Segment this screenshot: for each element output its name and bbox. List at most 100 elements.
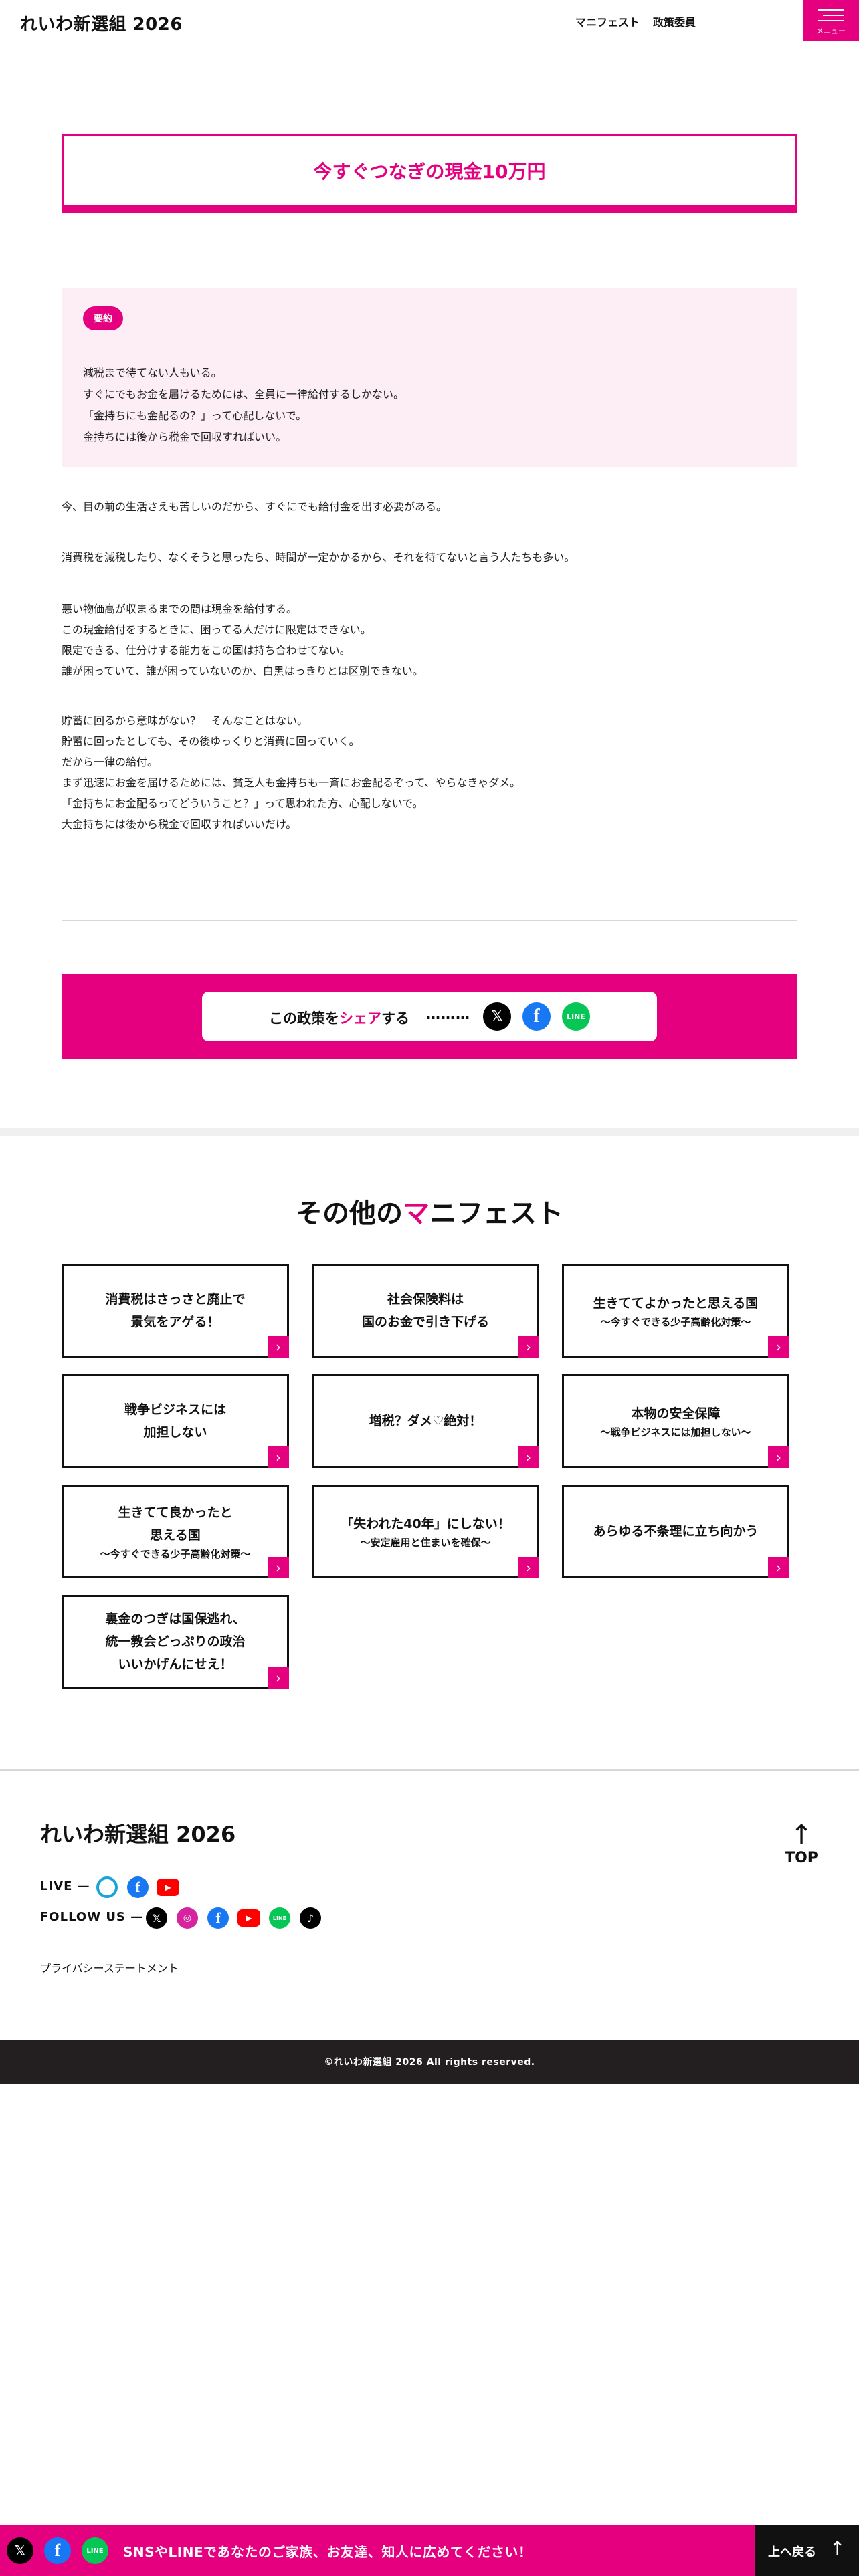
manifest-card[interactable]: あらゆる不条理に立ち向かう › bbox=[562, 1485, 789, 1578]
hamburger-icon-bar bbox=[818, 20, 844, 21]
other-manifests-heading: その他のマニフェスト bbox=[0, 1192, 859, 1230]
share-band: この政策をシェアする ……… 𝕏 f LINE bbox=[62, 974, 797, 1059]
summary-line: 減税まで待てない人もいる。 bbox=[83, 366, 222, 379]
manifest-card[interactable]: 本物の安全保障 〜戦争ビジネスには加担しない〜 › bbox=[562, 1374, 789, 1468]
to-top-button[interactable]: ↑ TOP bbox=[781, 1820, 822, 1866]
facebook-icon[interactable]: f bbox=[522, 1002, 551, 1031]
card-title: 生きてて良かったと 思える国 bbox=[118, 1505, 233, 1543]
line-icon[interactable]: LINE bbox=[82, 2537, 108, 2564]
card-title: 「失われた40年」にしない！ bbox=[341, 1517, 510, 1531]
hamburger-icon bbox=[818, 9, 844, 11]
line-icon[interactable]: LINE bbox=[269, 1907, 290, 1929]
manifest-card[interactable]: 生きてて良かったと 思える国 〜今すぐできる少子高齢化対策〜 › bbox=[62, 1485, 289, 1578]
nav-manifest[interactable]: マニフェスト bbox=[575, 13, 640, 29]
card-subtitle: 〜戦争ビジネスには加担しない〜 bbox=[600, 1426, 751, 1438]
footer-site-title[interactable]: れいわ新選組 2026 bbox=[40, 1818, 235, 1848]
facebook-icon[interactable]: f bbox=[44, 2537, 71, 2564]
card-title: 増税？ダメ♡絶対！ bbox=[369, 1414, 482, 1428]
body-line: 限定できる、仕分けする能力をこの国は持ち合わせてない。 bbox=[62, 644, 351, 657]
privacy-link[interactable]: プライバシーステートメント bbox=[40, 1959, 179, 1975]
x-icon[interactable]: 𝕏 bbox=[146, 1907, 167, 1929]
footer-divider bbox=[0, 1769, 859, 1771]
back-to-top-label: 上へ戻る bbox=[768, 2545, 816, 2559]
body-line: だから一律の給付。 bbox=[62, 756, 159, 768]
body-paragraph: 消費税を減税したり、なくそうと思ったら、時間が一定かかるから、それを待てないと言… bbox=[62, 547, 797, 568]
manifest-card[interactable]: 戦争ビジネスには 加担しない › bbox=[62, 1374, 289, 1468]
share-label: この政策をシェアする bbox=[269, 1008, 409, 1028]
site-header: れいわ新選組 2026 マニフェスト 政策委員 メニュー bbox=[0, 0, 859, 41]
card-title: あらゆる不条理に立ち向かう bbox=[593, 1524, 759, 1539]
instagram-icon[interactable]: ◎ bbox=[177, 1907, 198, 1929]
body-line: 「金持ちにお金配るってどういうこと？」って思われた方、心配しないで。 bbox=[62, 797, 423, 810]
share-bottom-bar: 𝕏 f LINE SNSやLINEであなたのご家族、お友達、知人に広めてください… bbox=[0, 2525, 859, 2576]
card-title: 裏金のつぎは国保逃れ、 統一教会どっぷりの政治 いいかげんにせえ！ bbox=[105, 1612, 246, 1672]
summary-line: 金持ちには後から税金で回収すればいい。 bbox=[83, 431, 287, 443]
arrow-up-icon: ↑ bbox=[790, 1820, 813, 1850]
card-title: 生きててよかったと思える国 bbox=[593, 1296, 759, 1311]
chevron-right-icon: › bbox=[268, 1667, 289, 1689]
tiktok-icon[interactable]: ♪ bbox=[300, 1907, 321, 1929]
share-label-text: この政策を bbox=[269, 1010, 339, 1027]
page-title: 今すぐつなぎの現金10万円 bbox=[313, 160, 546, 183]
youtube-icon[interactable]: ▶ bbox=[157, 1879, 179, 1896]
summary-badge: 要約 bbox=[83, 306, 123, 330]
body-line: 今、目の前の生活さえも苦しいのだから、すぐにでも給付金を出す必要がある。 bbox=[62, 500, 448, 513]
card-title: 社会保険料は 国のお金で引き下げる bbox=[361, 1292, 489, 1329]
nav-policy-committee[interactable]: 政策委員 bbox=[653, 13, 696, 29]
arrow-up-icon: ↑ bbox=[830, 2537, 846, 2559]
manifest-card[interactable]: 社会保険料は 国のお金で引き下げる › bbox=[312, 1264, 539, 1358]
chevron-right-icon: › bbox=[268, 1446, 289, 1468]
site-title[interactable]: れいわ新選組 2026 bbox=[20, 11, 183, 35]
chevron-right-icon: › bbox=[268, 1336, 289, 1358]
summary-line: 「金持ちにも金配るの？」って心配しないで。 bbox=[83, 409, 307, 422]
heading-text: その他の bbox=[296, 1198, 403, 1229]
facebook-icon[interactable]: f bbox=[127, 1876, 149, 1898]
divider bbox=[62, 920, 797, 921]
x-icon[interactable]: 𝕏 bbox=[7, 2537, 33, 2564]
manifest-card[interactable]: 消費税はさっさと廃止で 景気をアゲる！ › bbox=[62, 1264, 289, 1358]
card-subtitle: 〜今すぐできる少子高齢化対策〜 bbox=[600, 1316, 751, 1328]
live-label: LIVE — bbox=[40, 1879, 90, 1893]
line-icon[interactable]: LINE bbox=[562, 1002, 590, 1031]
x-icon[interactable]: 𝕏 bbox=[483, 1002, 511, 1031]
article-title-box: 今すぐつなぎの現金10万円 bbox=[62, 134, 797, 213]
heading-highlight: マ bbox=[403, 1198, 430, 1229]
body-line: 貯蓄に回ったとしても、その後ゆっくりと消費に回っていく。 bbox=[62, 735, 360, 748]
chevron-right-icon: › bbox=[518, 1336, 539, 1358]
body-line: 消費税を減税したり、なくそうと思ったら、時間が一定かかるから、それを待てないと言… bbox=[62, 551, 575, 564]
copyright-text: ©れいわ新選組 2026 All rights reserved. bbox=[324, 2057, 535, 2068]
share-prompt: SNSやLINEであなたのご家族、お友達、知人に広めてください！ bbox=[123, 2544, 533, 2560]
chevron-right-icon: › bbox=[768, 1446, 789, 1468]
card-subtitle: 〜安定雇用と住まいを確保〜 bbox=[360, 1537, 491, 1549]
youtube-icon[interactable]: ▶ bbox=[237, 1909, 260, 1927]
card-title: 消費税はさっさと廃止で 景気をアゲる！ bbox=[105, 1292, 246, 1329]
card-title: 戦争ビジネスには 加担しない bbox=[124, 1402, 226, 1440]
manifest-card[interactable]: 増税？ダメ♡絶対！ › bbox=[312, 1374, 539, 1468]
manifest-card[interactable]: 「失われた40年」にしない！ 〜安定雇用と住まいを確保〜 › bbox=[312, 1485, 539, 1578]
to-top-label: TOP bbox=[785, 1850, 818, 1866]
body-line: この現金給付をするときに、困ってる人だけに限定はできない。 bbox=[62, 623, 371, 636]
body-line: 悪い物価高が収まるまでの間は現金を給付する。 bbox=[62, 603, 298, 615]
chevron-right-icon: › bbox=[268, 1557, 289, 1578]
manifest-card[interactable]: 裏金のつぎは国保逃れ、 統一教会どっぷりの政治 いいかげんにせえ！ › bbox=[62, 1595, 289, 1689]
live-stream-icon[interactable] bbox=[96, 1876, 118, 1898]
body-line: 誰が困っていて、誰が困っていないのか、白黒はっきりとは区別できない。 bbox=[62, 665, 423, 677]
back-to-top-button[interactable]: 上へ戻る ↑ bbox=[755, 2525, 859, 2576]
body-paragraph: 悪い物価高が収まるまでの間は現金を給付する。 この現金給付をするときに、困ってる… bbox=[62, 599, 797, 681]
share-card: この政策をシェアする ……… 𝕏 f LINE bbox=[202, 992, 657, 1041]
section-separator bbox=[0, 1128, 859, 1136]
manifest-card[interactable]: 生きててよかったと思える国 〜今すぐできる少子高齢化対策〜 › bbox=[562, 1264, 789, 1358]
follow-us-label: FOLLOW US — bbox=[40, 1910, 144, 1924]
summary-line: すぐにでもお金を届けるためには、全員に一律給付するしかない。 bbox=[83, 388, 405, 401]
body-paragraph: 今、目の前の生活さえも苦しいのだから、すぐにでも給付金を出す必要がある。 bbox=[62, 496, 797, 517]
card-subtitle: 〜今すぐできる少子高齢化対策〜 bbox=[100, 1548, 251, 1560]
menu-label: メニュー bbox=[816, 27, 846, 35]
chevron-right-icon: › bbox=[768, 1557, 789, 1578]
menu-button[interactable]: メニュー bbox=[803, 0, 859, 41]
heading-text: ニフェスト bbox=[430, 1198, 563, 1229]
body-line: 貯蓄に回るから意味がない？ そんなことはない。 bbox=[62, 714, 308, 727]
body-line: 大金持ちには後から税金で回収すればいいだけ。 bbox=[62, 818, 297, 831]
card-title: 本物の安全保障 bbox=[631, 1406, 721, 1421]
share-dots: ……… bbox=[426, 1006, 470, 1023]
facebook-icon[interactable]: f bbox=[207, 1907, 229, 1929]
